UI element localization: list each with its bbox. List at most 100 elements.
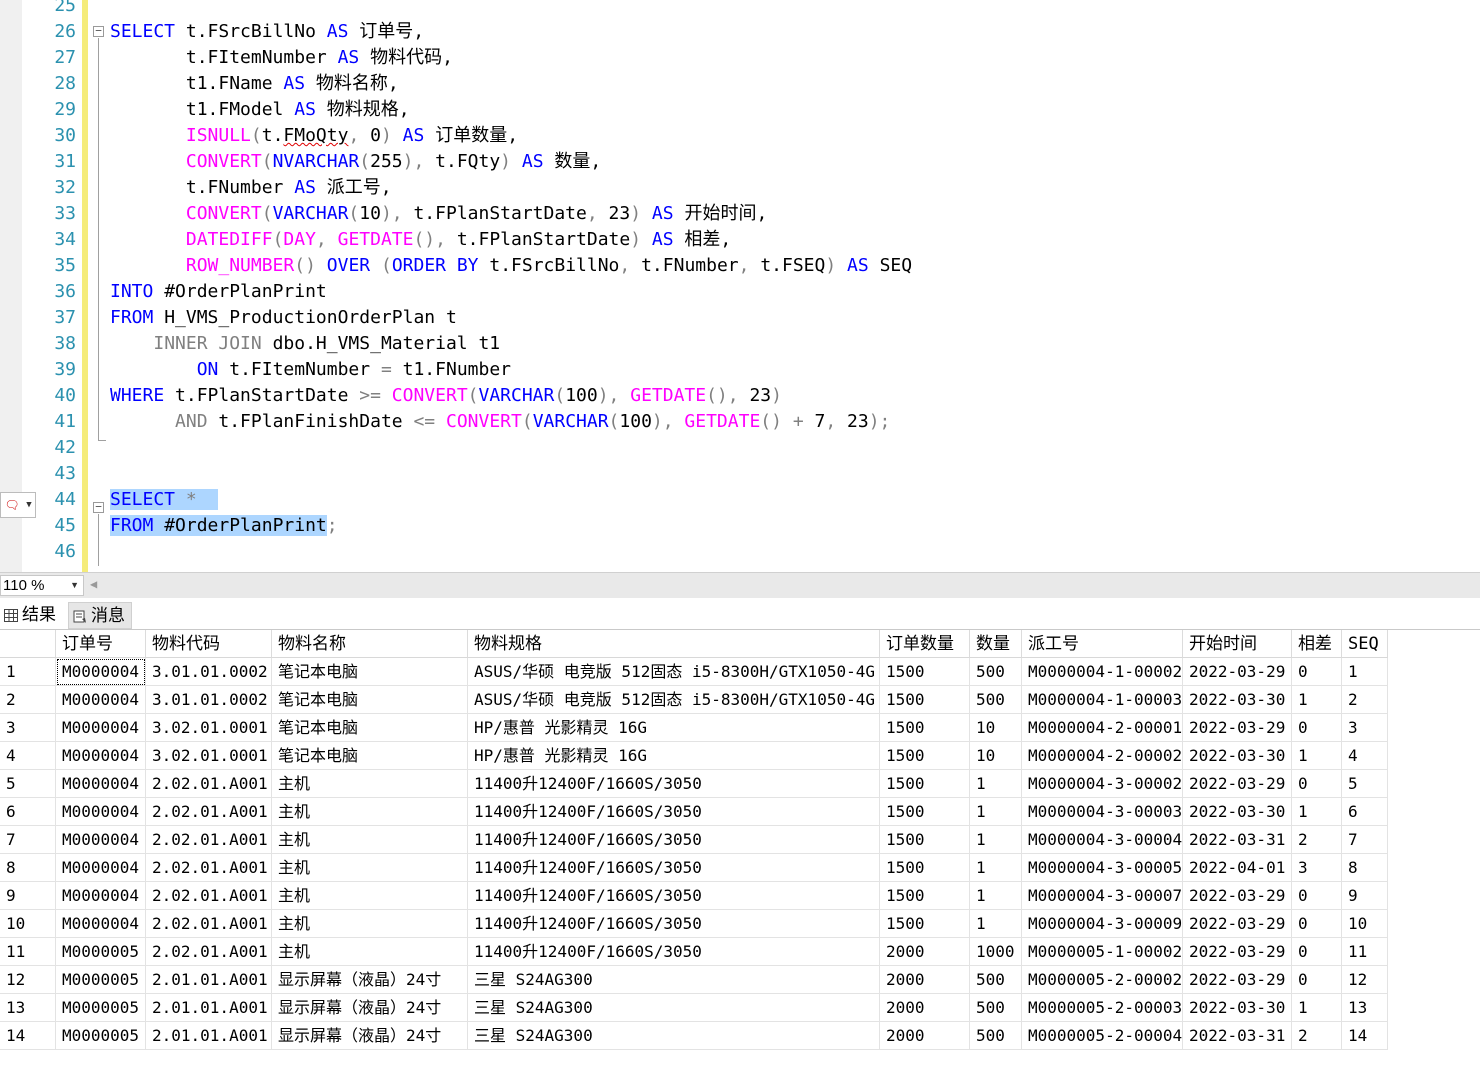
column-header[interactable]: 数量 [970, 630, 1022, 658]
row-number[interactable]: 6 [0, 798, 56, 826]
table-cell[interactable]: 5 [1342, 770, 1388, 798]
table-cell[interactable]: 2022-03-29 [1183, 910, 1292, 938]
table-cell[interactable]: M0000004-1-00002 [1022, 658, 1183, 686]
table-cell[interactable]: M0000004-3-00007 [1022, 882, 1183, 910]
row-number[interactable]: 3 [0, 714, 56, 742]
table-cell[interactable]: M0000004 [56, 882, 146, 910]
table-cell[interactable]: 笔记本电脑 [272, 658, 468, 686]
table-cell[interactable]: 14 [1342, 1022, 1388, 1050]
table-cell[interactable]: M0000004-2-00001 [1022, 714, 1183, 742]
table-cell[interactable]: 主机 [272, 882, 468, 910]
table-cell[interactable]: 500 [970, 1022, 1022, 1050]
table-cell[interactable]: 2022-03-29 [1183, 658, 1292, 686]
table-cell[interactable]: 2.01.01.A001 [146, 1022, 272, 1050]
table-cell[interactable]: 2022-03-29 [1183, 882, 1292, 910]
table-cell[interactable]: 2.01.01.A001 [146, 994, 272, 1022]
table-cell[interactable]: ASUS/华硕 电竞版 512固态 i5-8300H/GTX1050-4G [468, 686, 880, 714]
table-cell[interactable]: 显示屏幕（液晶）24寸 [272, 966, 468, 994]
collapse-toggle-icon[interactable]: − [93, 501, 104, 513]
table-cell[interactable]: 1 [970, 882, 1022, 910]
code-line[interactable]: FROM H_VMS_ProductionOrderPlan t [110, 305, 457, 331]
collapse-toggle-icon[interactable]: − [93, 25, 104, 37]
row-number[interactable]: 4 [0, 742, 56, 770]
table-cell[interactable]: 3.02.01.0001 [146, 742, 272, 770]
table-cell[interactable]: M0000005-1-00002 [1022, 938, 1183, 966]
table-cell[interactable]: 10 [970, 714, 1022, 742]
table-cell[interactable]: 1500 [880, 826, 970, 854]
table-cell[interactable]: M0000005-2-00002 [1022, 966, 1183, 994]
table-cell[interactable]: 1 [970, 910, 1022, 938]
tab-results[interactable]: 结果 [0, 602, 66, 629]
table-cell[interactable]: 笔记本电脑 [272, 742, 468, 770]
table-cell[interactable]: M0000005 [56, 994, 146, 1022]
table-cell[interactable]: HP/惠普 光影精灵 16G [468, 714, 880, 742]
table-cell[interactable]: 11400升12400F/1660S/3050 [468, 938, 880, 966]
table-cell[interactable]: 1 [1292, 742, 1342, 770]
tab-messages[interactable]: 消息 [68, 602, 132, 629]
row-number[interactable]: 5 [0, 770, 56, 798]
table-cell[interactable]: M0000004 [56, 714, 146, 742]
table-cell[interactable]: 11 [1342, 938, 1388, 966]
table-cell[interactable]: 2022-03-30 [1183, 686, 1292, 714]
table-cell[interactable]: 11400升12400F/1660S/3050 [468, 854, 880, 882]
table-cell[interactable]: 500 [970, 686, 1022, 714]
table-cell[interactable]: M0000004-3-00005 [1022, 854, 1183, 882]
table-cell[interactable]: 2.02.01.A001 [146, 770, 272, 798]
table-cell[interactable]: 2022-03-31 [1183, 1022, 1292, 1050]
table-cell[interactable]: M0000004 [56, 798, 146, 826]
table-cell[interactable]: 1500 [880, 854, 970, 882]
row-number[interactable]: 8 [0, 854, 56, 882]
code-line[interactable]: ISNULL(t.FMoQty, 0) AS 订单数量, [110, 123, 518, 149]
table-cell[interactable]: 显示屏幕（液晶）24寸 [272, 994, 468, 1022]
code-line[interactable]: CONVERT(NVARCHAR(255), t.FQty) AS 数量, [110, 149, 601, 175]
table-cell[interactable]: 三星 S24AG300 [468, 966, 880, 994]
table-cell[interactable]: 显示屏幕（液晶）24寸 [272, 1022, 468, 1050]
table-cell[interactable]: M0000005 [56, 1022, 146, 1050]
table-cell[interactable]: 1 [970, 798, 1022, 826]
code-line[interactable]: SELECT * [110, 487, 219, 513]
table-cell[interactable]: HP/惠普 光影精灵 16G [468, 742, 880, 770]
table-cell[interactable]: 2022-03-29 [1183, 966, 1292, 994]
table-cell[interactable]: M0000004-3-00004 [1022, 826, 1183, 854]
table-cell[interactable]: 10 [1342, 910, 1388, 938]
row-number[interactable]: 2 [0, 686, 56, 714]
table-cell[interactable]: 2022-03-29 [1183, 714, 1292, 742]
table-cell[interactable]: 500 [970, 658, 1022, 686]
table-cell[interactable]: M0000004 [56, 742, 146, 770]
table-cell[interactable]: 13 [1342, 994, 1388, 1022]
table-cell[interactable]: 2000 [880, 1022, 970, 1050]
table-cell[interactable]: 1 [1292, 798, 1342, 826]
table-cell[interactable]: 2.02.01.A001 [146, 826, 272, 854]
row-number[interactable]: 13 [0, 994, 56, 1022]
table-cell[interactable]: 11400升12400F/1660S/3050 [468, 798, 880, 826]
table-cell[interactable]: M0000004-2-00002 [1022, 742, 1183, 770]
table-cell[interactable]: 1500 [880, 742, 970, 770]
table-cell[interactable]: 2 [1342, 686, 1388, 714]
table-cell[interactable]: M0000004 [56, 770, 146, 798]
table-cell[interactable]: M0000004 [56, 658, 146, 686]
table-cell[interactable]: 1 [1292, 686, 1342, 714]
code-line[interactable]: ROW_NUMBER() OVER (ORDER BY t.FSrcBillNo… [110, 253, 912, 279]
table-cell[interactable]: 主机 [272, 826, 468, 854]
table-cell[interactable]: 0 [1292, 882, 1342, 910]
table-cell[interactable]: M0000004-3-00002 [1022, 770, 1183, 798]
table-cell[interactable]: 6 [1342, 798, 1388, 826]
table-cell[interactable]: 2022-03-29 [1183, 770, 1292, 798]
code-line[interactable]: AND t.FPlanFinishDate <= CONVERT(VARCHAR… [110, 409, 890, 435]
table-cell[interactable]: 1 [970, 854, 1022, 882]
table-cell[interactable]: 7 [1342, 826, 1388, 854]
table-cell[interactable]: 2.02.01.A001 [146, 854, 272, 882]
code-line[interactable]: SELECT t.FSrcBillNo AS 订单号, [110, 19, 424, 45]
table-cell[interactable]: 11400升12400F/1660S/3050 [468, 882, 880, 910]
table-cell[interactable]: M0000004-3-00003 [1022, 798, 1183, 826]
table-cell[interactable]: 2000 [880, 938, 970, 966]
table-cell[interactable]: 主机 [272, 798, 468, 826]
column-header[interactable]: 相差 [1292, 630, 1342, 658]
row-number[interactable]: 7 [0, 826, 56, 854]
code-line[interactable]: t1.FModel AS 物料规格, [110, 97, 410, 123]
code-line[interactable]: INTO #OrderPlanPrint [110, 279, 327, 305]
table-cell[interactable]: 1500 [880, 714, 970, 742]
row-number[interactable]: 12 [0, 966, 56, 994]
column-header[interactable]: 物料规格 [468, 630, 880, 658]
row-number[interactable]: 10 [0, 910, 56, 938]
